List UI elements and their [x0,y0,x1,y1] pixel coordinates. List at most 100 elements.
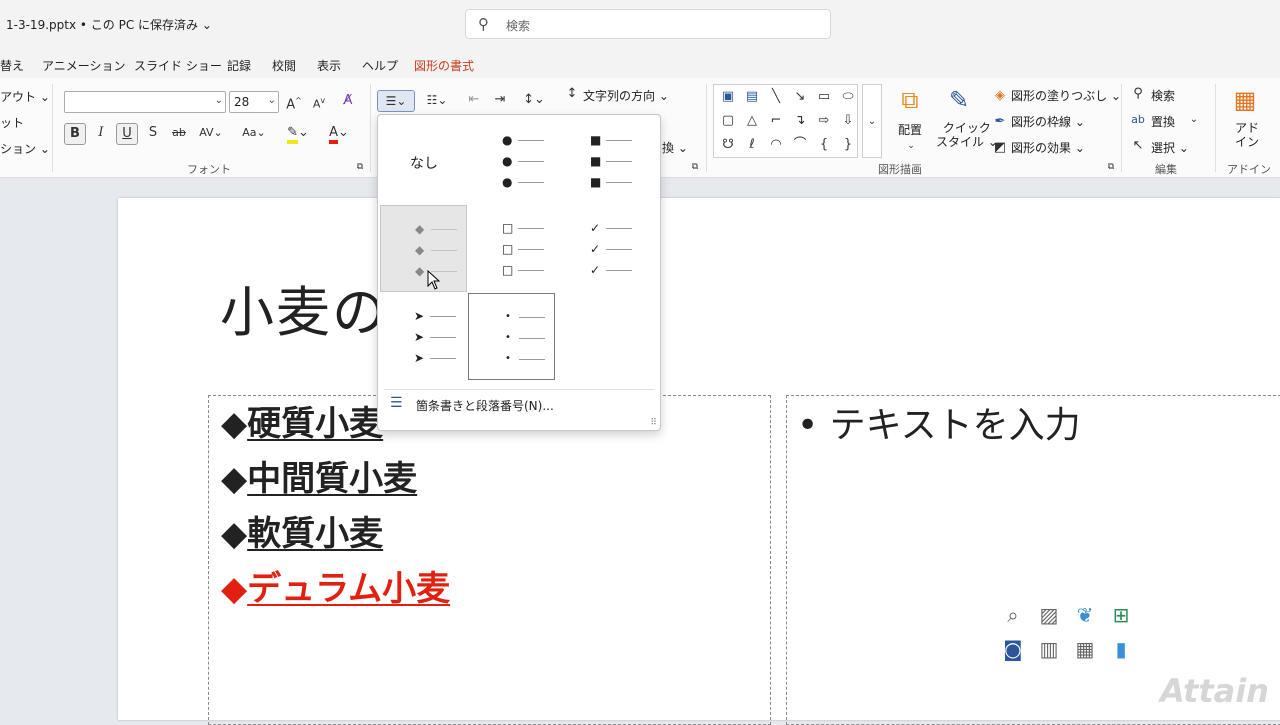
cameo-icon[interactable]: ◙ [999,636,1027,662]
layout-button[interactable]: アウト ⌄ [0,88,50,105]
dialog-launcher-icon[interactable]: ⧉ [1106,162,1116,172]
shapes-gallery[interactable]: ▣ ▤ ╲ ↘ ▭ ⬭ ▢ △ ⌐ ↴ ⇨ ⇩ ☋ ℓ ◠ ⌒ { } [713,84,858,158]
chart-icon[interactable]: ▮ [1107,636,1135,662]
triangle-icon[interactable]: △ [742,111,762,131]
change-case-icon[interactable]: Aa⌄ [238,123,270,143]
convert-smartart-button[interactable]: 換 ⌄ [662,139,688,156]
right-brace-icon[interactable]: } [838,135,858,155]
reset-button[interactable]: ット [0,114,24,131]
line-icon[interactable]: ╲ [766,87,786,107]
decrease-indent-icon[interactable]: ⇤ [464,90,484,110]
arc-icon[interactable]: ◠ [766,135,786,155]
bullets-button[interactable]: ☰⌄ [377,90,415,112]
bullet-option-checkmark[interactable]: ✓ ✓ ✓ [556,205,643,292]
shrink-font-icon[interactable]: Av [310,91,328,115]
curve-icon[interactable]: ⌒ [790,135,810,155]
tab-record[interactable]: 記録 [227,57,251,74]
bullets-and-numbering-link[interactable]: 箇条書きと段落番号(N)... [416,397,554,414]
tab-animations[interactable]: アニメーション [42,57,126,74]
search-box[interactable]: ⚲ 検索 [465,9,831,39]
addins-label[interactable]: アド イン [1235,121,1259,149]
italic-icon[interactable]: I [92,123,110,143]
bullet-option-filled-square[interactable]: ■ ■ ■ [556,117,643,204]
left-content-placeholder[interactable]: ◆硬質小麦 ◆中間質小麦 ◆軟質小麦 ◆デュラム小麦 [208,395,771,725]
down-arrow-icon[interactable]: ⇩ [838,111,858,131]
bullet-option-small-dot[interactable]: • • • [468,293,555,380]
quick-style-icon[interactable]: ✎ [942,84,976,116]
clear-format-icon[interactable]: A̸ [338,91,358,111]
resize-grip-icon[interactable]: ⠿ [650,418,657,428]
rounded-rect-icon[interactable]: ▢ [718,111,738,131]
pictures-icon[interactable]: ▨ [1035,602,1063,628]
addins-icon[interactable]: ▦ [1229,84,1261,116]
slide-title[interactable]: 小麦の [220,268,388,347]
bullet-item[interactable]: ◆デュラム小麦 [221,561,450,610]
table-icon[interactable]: ▦ [1071,636,1099,662]
bold-icon[interactable]: B [64,123,86,145]
strikethrough-icon[interactable]: ab [170,123,188,143]
text-direction-icon[interactable]: ↕ [564,84,580,104]
tab-slideshow[interactable]: スライド ショー [134,57,222,74]
bullet-item[interactable]: ◆中間質小麦 [221,451,417,500]
shape-outline-button[interactable]: 図形の枠線 ⌄ [1011,113,1085,130]
bullet-item[interactable]: ◆軟質小麦 [221,506,383,555]
bullet-option-arrow[interactable]: ➤ ➤ ➤ [380,293,467,380]
bullet-option-none[interactable]: なし [380,117,467,204]
dialog-launcher-icon[interactable]: ⧉ [690,162,700,172]
bullet-option-filled-round[interactable]: ● ● ● [468,117,555,204]
chevron-down-icon[interactable]: ⌄ [1188,110,1200,130]
shapes-more-icon[interactable]: ⌄ [862,84,882,158]
icons-icon[interactable]: ❦ [1071,602,1099,628]
dialog-launcher-icon[interactable]: ⧉ [355,162,365,172]
drawing-group-label: 図形描画 [878,163,922,176]
bullet-option-diamond[interactable]: ◆ ◆ ◆ [380,205,467,292]
document-title[interactable]: 1-3-19.pptx • この PC に保存済み ⌄ [6,16,212,33]
increase-indent-icon[interactable]: ⇥ [490,90,510,110]
bullet-option-hollow-square[interactable]: □ □ □ [468,205,555,292]
shape-fill-button[interactable]: 図形の塗りつぶし ⌄ [1011,87,1121,104]
font-size-combo[interactable]: 28 ⌄ [229,91,279,113]
highlight-icon[interactable]: ✎⌄ [283,123,313,144]
replace-button[interactable]: 置換 [1151,113,1175,130]
tab-review[interactable]: 校閲 [272,57,296,74]
elbow-connector-icon[interactable]: ⌐ [766,111,786,131]
line-spacing-icon[interactable]: ↕⌄ [518,90,550,110]
freeform-icon[interactable]: ☋ [718,135,738,155]
arrow-line-icon[interactable]: ↘ [790,87,810,107]
tab-help[interactable]: ヘルプ [362,57,398,74]
left-brace-icon[interactable]: { [814,135,834,155]
tab-shape-format[interactable]: 図形の書式 [414,57,474,74]
bullet-text: 中間質小麦 [247,459,418,499]
tab-transitions[interactable]: 替え [0,57,24,74]
underline-icon[interactable]: U [116,123,138,145]
font-name-combo[interactable]: ⌄ [64,91,226,113]
elbow-arrow-icon[interactable]: ↴ [790,111,810,131]
quick-style-label[interactable]: クイック スタイル ⌄ [936,121,998,149]
shape-effects-button[interactable]: 図形の効果 ⌄ [1011,139,1085,156]
char-spacing-icon[interactable]: AV⌄ [196,123,226,143]
tab-view[interactable]: 表示 [317,57,341,74]
section-button[interactable]: ション ⌄ [0,140,50,157]
oval-icon[interactable]: ⬭ [838,87,858,107]
find-button[interactable]: 検索 [1151,87,1175,104]
font-color-icon[interactable]: A⌄ [323,123,355,144]
smartart-icon[interactable]: ⊞ [1107,602,1135,628]
search-icon: ⚲ [478,15,489,33]
video-icon[interactable]: ▥ [1035,636,1063,662]
rectangle-icon[interactable]: ▭ [814,87,834,107]
numbering-icon[interactable]: ☷⌄ [420,90,454,110]
pointer-icon: ↖ [1132,138,1144,153]
right-arrow-icon[interactable]: ⇨ [814,111,834,131]
divider [1215,84,1216,172]
select-button[interactable]: 選択 ⌄ [1151,139,1189,156]
vertical-textbox-icon[interactable]: ▤ [742,87,762,107]
bullet-item[interactable]: ◆硬質小麦 [221,396,383,445]
textbox-icon[interactable]: ▣ [718,87,738,107]
divider [706,84,707,172]
arrange-icon[interactable]: ⧉ [893,84,927,116]
grow-font-icon[interactable]: A^ [285,91,303,115]
stock-images-icon[interactable]: ⌕ [999,602,1027,628]
shadow-icon[interactable]: S [144,123,162,143]
scribble-icon[interactable]: ℓ [742,135,762,155]
text-direction-button[interactable]: 文字列の方向 ⌄ [583,87,669,104]
